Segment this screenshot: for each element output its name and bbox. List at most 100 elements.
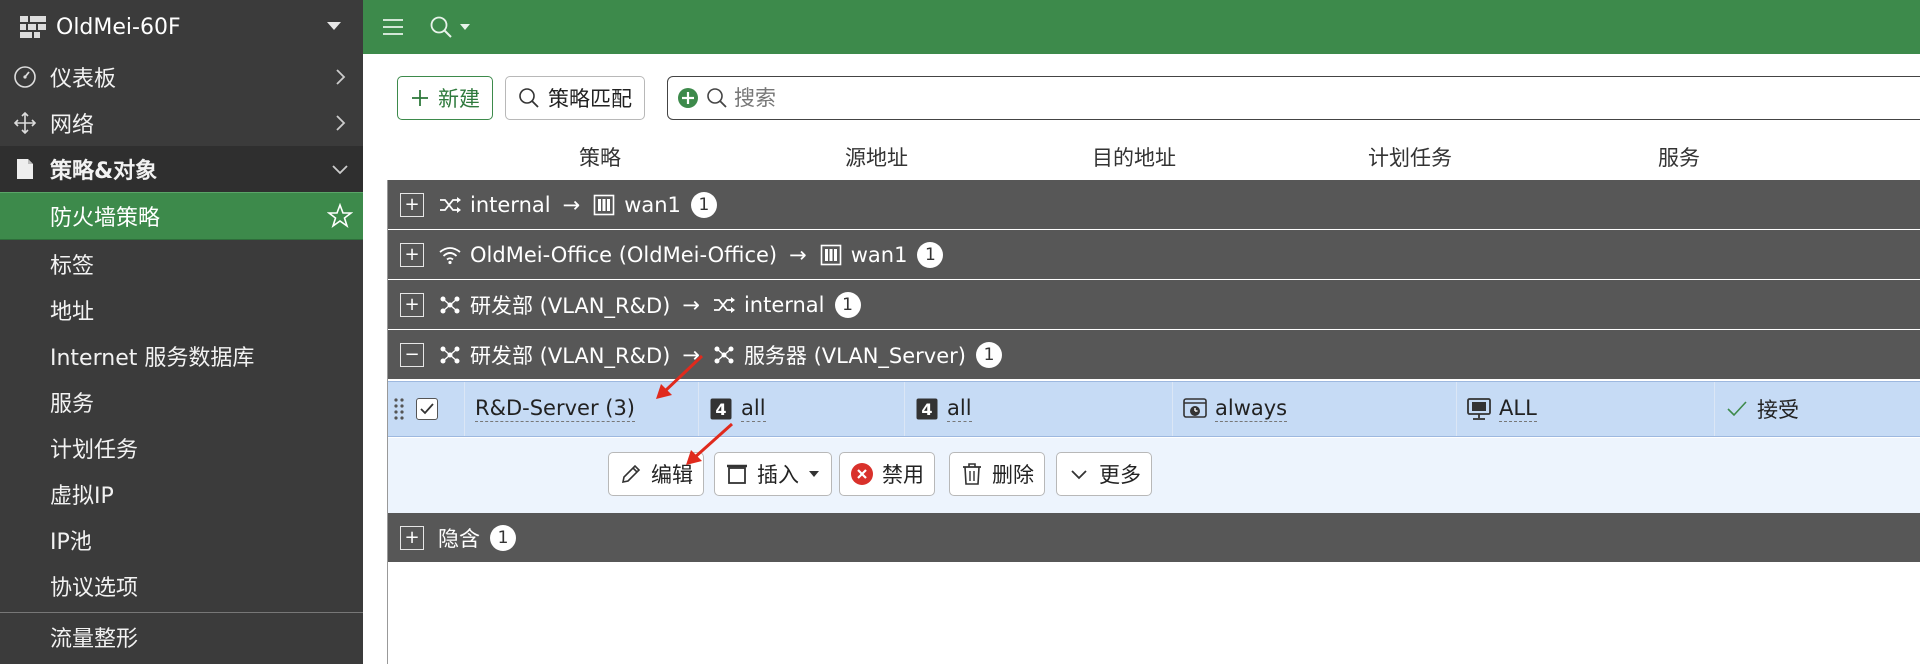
schedule-cell[interactable]: always <box>1172 382 1456 436</box>
expand-toggle[interactable]: + <box>400 292 424 317</box>
sidebar-item-label: 防火墙策略 <box>50 206 161 231</box>
delete-button[interactable]: 删除 <box>949 452 1045 496</box>
policy-name-cell[interactable]: R&D-Server (3) <box>464 382 698 436</box>
destination-interface: wan1 <box>624 192 681 217</box>
destination-value[interactable]: all <box>947 396 972 423</box>
device-switcher[interactable]: OldMei-60F <box>0 0 363 54</box>
create-new-label: 新建 <box>438 87 480 111</box>
policy-group-row[interactable]: + internal → wan1 1 <box>388 180 1920 229</box>
sidebar-item-ip-pools[interactable]: IP池 <box>0 517 363 563</box>
disable-icon <box>850 462 874 486</box>
table-row-selected[interactable]: R&D-Server (3) 4 all 4 all always ALL 接受 <box>388 381 1920 437</box>
policy-match-button[interactable]: 策略匹配 <box>505 76 645 120</box>
sidebar-item-label: 地址 <box>50 300 95 325</box>
expand-toggle[interactable]: + <box>400 192 424 217</box>
sidebar-item-protocol-options[interactable]: 协议选项 <box>0 563 363 609</box>
drag-handle-icon[interactable] <box>394 396 404 422</box>
search-icon <box>430 16 452 38</box>
disable-label: 禁用 <box>882 463 924 487</box>
sidebar-item-tags[interactable]: 标签 <box>0 241 363 287</box>
column-header-service[interactable]: 服务 <box>1658 142 1700 172</box>
destination-cell[interactable]: 4 all <box>904 382 1172 436</box>
column-header-policy[interactable]: 策略 <box>579 142 621 172</box>
sidebar-item-dashboard[interactable]: 仪表板 <box>0 54 363 100</box>
sidebar-item-policy-objects[interactable]: 策略&对象 <box>0 146 363 192</box>
chevron-down-icon <box>1067 462 1091 486</box>
caret-down-icon <box>327 22 341 30</box>
more-button[interactable]: 更多 <box>1056 452 1152 496</box>
vlan-icon <box>438 343 462 367</box>
sidebar-item-label: Internet 服务数据库 <box>50 346 255 371</box>
service-cell[interactable]: ALL <box>1456 382 1714 436</box>
source-cell[interactable]: 4 all <box>698 382 904 436</box>
fortigate-logo-icon <box>18 12 48 42</box>
edit-button[interactable]: 编辑 <box>608 452 704 496</box>
sidebar-item-label: 协议选项 <box>50 576 139 601</box>
sidebar-item-label: IP池 <box>50 530 92 555</box>
sidebar-item-schedules[interactable]: 计划任务 <box>0 425 363 471</box>
expand-toggle[interactable]: + <box>400 242 424 267</box>
count-badge: 1 <box>917 241 944 268</box>
count-badge: 1 <box>490 524 516 551</box>
policy-name[interactable]: R&D-Server (3) <box>475 396 636 423</box>
pencil-icon <box>619 462 643 486</box>
service-monitor-icon <box>1467 397 1491 421</box>
sidebar-item-network[interactable]: 网络 <box>0 100 363 146</box>
service-value[interactable]: ALL <box>1499 396 1537 423</box>
more-label: 更多 <box>1099 463 1141 487</box>
ipv4-badge-text: 4 <box>715 400 726 419</box>
disable-button[interactable]: 禁用 <box>839 452 935 496</box>
policy-group-row-expanded[interactable]: − 研发部 (VLAN_R&D) → 服务器 (VLAN_Server) 1 <box>388 330 1920 379</box>
hamburger-menu-button[interactable] <box>363 0 423 54</box>
destination-interface: 服务器 (VLAN_Server) <box>743 343 966 368</box>
policy-search-box <box>667 76 1920 120</box>
edit-label: 编辑 <box>651 463 693 487</box>
collapse-toggle[interactable]: − <box>400 342 424 367</box>
schedule-clock-icon <box>1183 397 1207 421</box>
sidebar-item-services[interactable]: 服务 <box>0 379 363 425</box>
add-filter-icon[interactable] <box>676 86 700 110</box>
sidebar-item-traffic-shaping[interactable]: 流量整形 <box>0 614 363 660</box>
policy-table: + internal → wan1 1 + OldMei-Office (Old… <box>387 180 1920 664</box>
port-interface-icon <box>592 193 616 217</box>
policy-group-row-implicit[interactable]: + 隐含 1 <box>388 513 1920 562</box>
trash-icon <box>960 462 984 486</box>
check-icon <box>1725 397 1749 421</box>
sidebar-item-label: 仪表板 <box>50 67 117 92</box>
expand-toggle[interactable]: + <box>400 525 424 550</box>
check-icon <box>420 403 434 415</box>
sidebar-item-virtual-ip[interactable]: 虚拟IP <box>0 471 363 517</box>
sidebar-item-label: 网络 <box>50 113 95 138</box>
search-input[interactable] <box>734 86 1634 110</box>
destination-interface: wan1 <box>850 242 908 267</box>
insert-icon <box>725 462 749 486</box>
insert-button[interactable]: 插入 <box>714 452 832 496</box>
column-header-source[interactable]: 源地址 <box>845 142 908 172</box>
vlan-icon <box>438 293 462 317</box>
sidebar-divider <box>0 612 363 613</box>
policy-toolbar: 新建 策略匹配 <box>397 76 645 120</box>
shuffle-interface-icon <box>712 293 736 317</box>
column-header-schedule[interactable]: 计划任务 <box>1368 142 1452 172</box>
destination-interface: internal <box>743 292 825 317</box>
create-new-button[interactable]: 新建 <box>397 76 493 120</box>
ipv4-address-icon: 4 <box>915 397 939 421</box>
policy-match-label: 策略匹配 <box>548 87 632 111</box>
schedule-value[interactable]: always <box>1215 396 1288 423</box>
policy-group-row[interactable]: + OldMei-Office (OldMei-Office) → wan1 1 <box>388 230 1920 279</box>
column-header-destination[interactable]: 目的地址 <box>1092 142 1176 172</box>
sidebar-item-internet-service-db[interactable]: Internet 服务数据库 <box>0 333 363 379</box>
row-checkbox[interactable] <box>416 398 438 420</box>
global-search-button[interactable] <box>429 0 472 54</box>
sidebar-item-firewall-policy[interactable]: 防火墙策略 <box>0 192 363 240</box>
source-value[interactable]: all <box>741 396 766 423</box>
chevron-right-icon <box>336 115 346 131</box>
star-icon[interactable] <box>327 203 353 229</box>
policy-group-row[interactable]: + 研发部 (VLAN_R&D) → internal 1 <box>388 280 1920 329</box>
action-value: 接受 <box>1757 398 1799 422</box>
sidebar: OldMei-60F 仪表板 网络 策略&对象 防火墙策略 标签 地址 Inte… <box>0 0 363 664</box>
device-name: OldMei-60F <box>56 14 181 40</box>
sidebar-item-addresses[interactable]: 地址 <box>0 287 363 333</box>
table-header: 策略 源地址 目的地址 计划任务 服务 <box>387 134 1920 180</box>
direction-arrow: → <box>789 242 807 267</box>
